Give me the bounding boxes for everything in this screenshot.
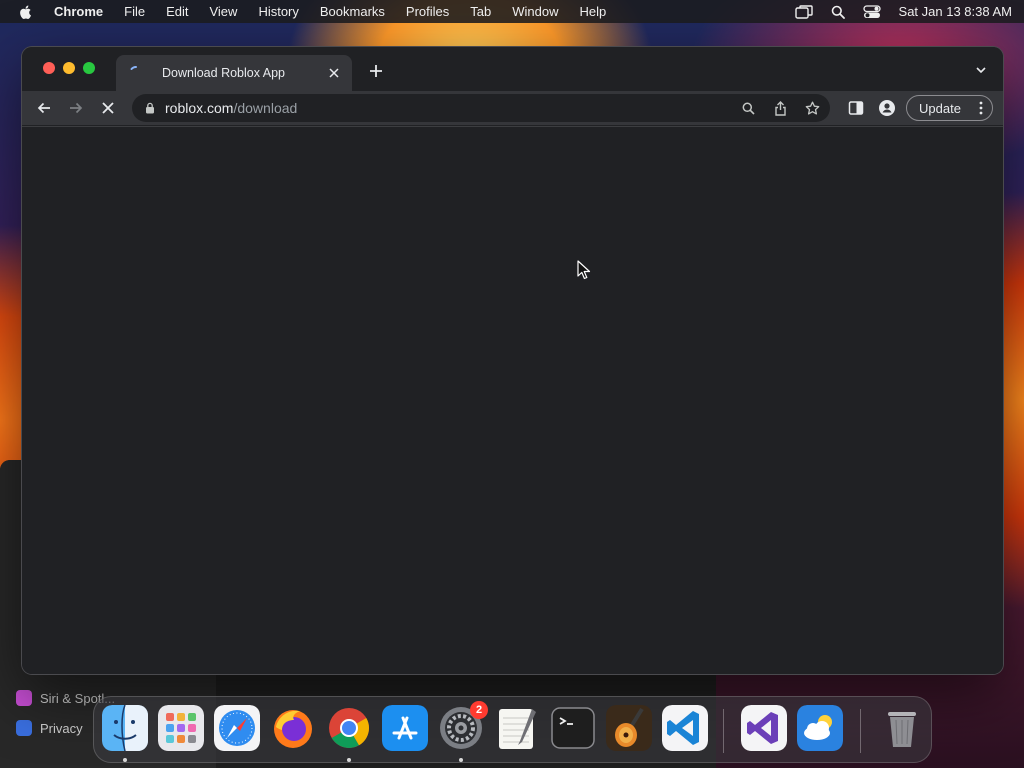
mouse-pointer-icon	[577, 260, 591, 280]
page-content[interactable]	[22, 126, 1003, 674]
vscode-icon[interactable]	[662, 705, 708, 751]
dock-separator	[723, 709, 724, 753]
browser-toolbar: roblox.com/download Update	[22, 91, 1003, 125]
chrome-window: Download Roblox App roblox.com/download …	[22, 47, 1003, 674]
window-close-button[interactable]	[43, 62, 55, 74]
notification-badge: 2	[470, 701, 488, 719]
firefox-icon[interactable]	[270, 705, 316, 751]
running-indicator	[347, 758, 351, 762]
window-minimize-button[interactable]	[63, 62, 75, 74]
safari-icon[interactable]	[214, 705, 260, 751]
new-tab-icon[interactable]	[367, 62, 385, 80]
siri-icon	[16, 690, 32, 706]
running-indicator	[123, 758, 127, 762]
tab-search-chevron-icon[interactable]	[975, 64, 987, 76]
sidebar-item-privacy[interactable]: Privacy	[16, 720, 83, 736]
textedit-icon[interactable]	[494, 705, 540, 751]
app-store-icon[interactable]	[382, 705, 428, 751]
running-indicator	[459, 758, 463, 762]
dock: 2	[93, 696, 932, 763]
share-icon[interactable]	[772, 100, 788, 116]
menu-chrome[interactable]: Chrome	[54, 4, 103, 19]
bookmark-star-icon[interactable]	[804, 100, 820, 116]
tab-active[interactable]: Download Roblox App	[116, 55, 352, 91]
menu-history[interactable]: History	[258, 4, 298, 19]
menu-file[interactable]: File	[124, 4, 145, 19]
menu-help[interactable]: Help	[580, 4, 607, 19]
arrow-right-icon	[70, 102, 83, 114]
close-icon	[102, 102, 114, 114]
weather-icon[interactable]	[797, 705, 843, 751]
loading-spinner-icon	[130, 65, 137, 70]
screen-mirroring-icon[interactable]	[794, 4, 813, 19]
back-button[interactable]	[35, 99, 53, 117]
more-menu-icon[interactable]	[979, 101, 983, 115]
chrome-icon[interactable]	[326, 705, 372, 751]
update-label: Update	[919, 100, 961, 116]
menu-view[interactable]: View	[209, 4, 237, 19]
menu-tab[interactable]: Tab	[470, 4, 491, 19]
menu-edit[interactable]: Edit	[166, 4, 188, 19]
launchpad-icon[interactable]	[158, 705, 204, 751]
garageband-icon[interactable]	[606, 705, 652, 751]
address-bar[interactable]: roblox.com/download	[132, 94, 830, 122]
dock-separator	[860, 709, 861, 753]
tab-strip: Download Roblox App	[22, 47, 1003, 91]
url-host: roblox.com	[165, 100, 234, 116]
arrow-left-icon	[37, 102, 50, 114]
privacy-hand-icon	[16, 720, 32, 736]
zoom-search-icon[interactable]	[740, 100, 756, 116]
profile-avatar-icon[interactable]	[879, 100, 895, 116]
menubar-clock[interactable]: Sat Jan 13 8:38 AM	[899, 4, 1012, 19]
finder-icon[interactable]	[102, 705, 148, 751]
tab-title: Download Roblox App	[162, 66, 285, 80]
sidebar-item-label: Privacy	[40, 720, 83, 736]
menu-bar: Chrome File Edit View History Bookmarks …	[0, 0, 1024, 23]
trash-icon[interactable]	[879, 705, 925, 751]
menu-bookmarks[interactable]: Bookmarks	[320, 4, 385, 19]
spotlight-search-icon[interactable]	[831, 5, 845, 19]
menu-profiles[interactable]: Profiles	[406, 4, 449, 19]
side-panel-icon[interactable]	[848, 100, 864, 116]
window-zoom-button[interactable]	[83, 62, 95, 74]
apple-logo-icon[interactable]	[18, 4, 34, 20]
url-path: /download	[233, 100, 298, 116]
menu-window[interactable]: Window	[512, 4, 558, 19]
forward-button[interactable]	[67, 99, 85, 117]
control-center-icon[interactable]	[862, 4, 881, 19]
terminal-icon[interactable]	[550, 705, 596, 751]
update-button[interactable]: Update	[906, 95, 993, 121]
stop-loading-button[interactable]	[99, 99, 117, 117]
lock-icon[interactable]	[144, 102, 156, 114]
tab-close-icon[interactable]	[326, 65, 342, 81]
visual-studio-icon[interactable]	[741, 705, 787, 751]
